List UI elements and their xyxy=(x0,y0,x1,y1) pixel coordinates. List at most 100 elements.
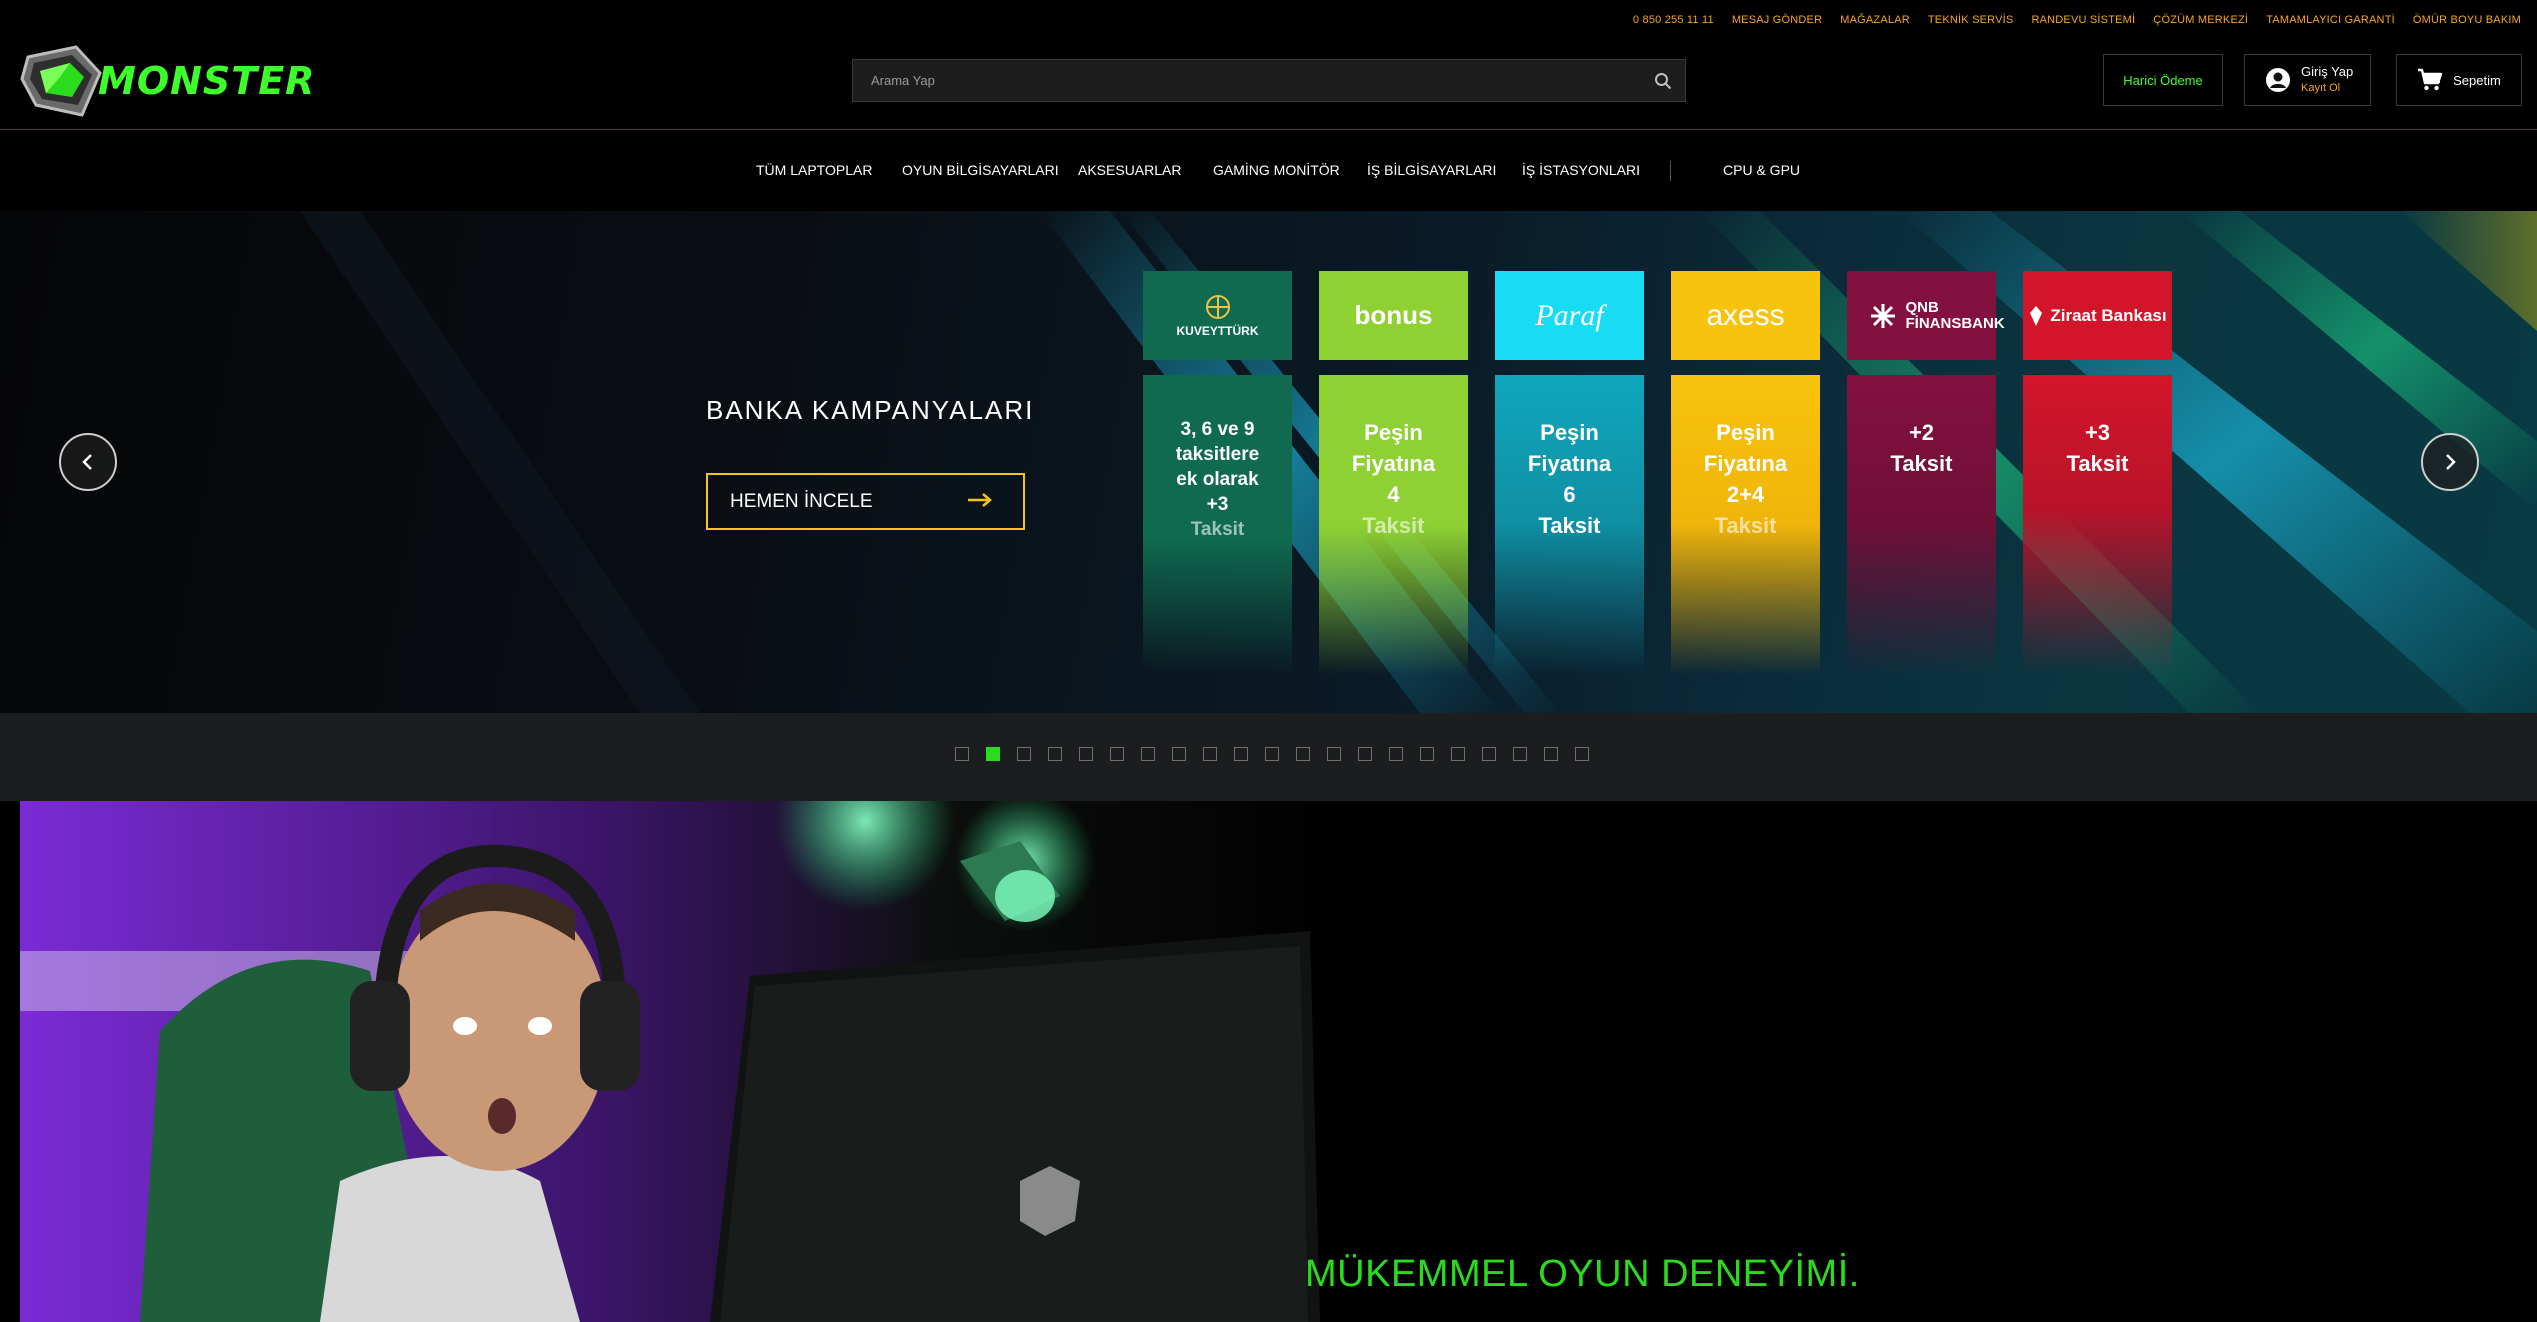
slider-dot[interactable] xyxy=(1544,747,1558,761)
technical-service-link[interactable]: TEKNİK SERVİS xyxy=(1928,14,2014,26)
slider-pagination-bar xyxy=(0,713,2537,801)
offer-line: Taksit xyxy=(2066,451,2129,476)
gamer-photo xyxy=(20,801,1340,1322)
bank-card-bonus[interactable]: bonus Peşin Fiyatına 4 Taksit xyxy=(1319,271,1468,675)
send-message-link[interactable]: MESAJ GÖNDER xyxy=(1732,14,1822,26)
offer-line: taksitlere xyxy=(1175,444,1260,465)
bonus-logo: bonus xyxy=(1319,271,1468,360)
offer-line: Taksit xyxy=(1538,513,1601,538)
bank-logo-text: axess xyxy=(1706,298,1785,332)
offer-line: 4 xyxy=(1387,482,1400,507)
hero-banner: BANKA KAMPANYALARI HEMEN İNCELE KUVEYTTÜ… xyxy=(0,211,2537,713)
bank-offer: Peşin Fiyatına 2+4 Taksit xyxy=(1671,375,1820,675)
slider-prev-button[interactable] xyxy=(59,433,117,491)
kuveytturk-logo: KUVEYTTÜRK xyxy=(1143,271,1292,360)
bank-card-paraf[interactable]: Paraf Peşin Fiyatına 6 Taksit xyxy=(1495,271,1644,675)
offer-line: +3 xyxy=(1206,494,1229,515)
slider-dot[interactable] xyxy=(1017,747,1031,761)
appointment-system-link[interactable]: RANDEVU SİSTEMİ xyxy=(2031,14,2135,26)
cart-label: Sepetim xyxy=(2453,72,2501,88)
chevron-left-icon xyxy=(82,454,92,470)
slider-dot[interactable] xyxy=(1420,747,1434,761)
hero-cta-label: HEMEN İNCELE xyxy=(730,490,873,512)
site-header: MONSTER Harici Ödeme Giriş Yap Kayıt Ol xyxy=(0,40,2537,130)
search-button[interactable] xyxy=(1641,59,1685,102)
lifetime-maintenance-link[interactable]: ÖMÜR BOYU BAKIM xyxy=(2413,14,2521,26)
main-nav: TÜM LAPTOPLAR OYUN BİLGİSAYARLARI AKSESU… xyxy=(0,131,2537,211)
bank-offer: +3 Taksit xyxy=(2023,375,2172,675)
slider-dot[interactable] xyxy=(1141,747,1155,761)
solution-center-link[interactable]: ÇÖZÜM MERKEZİ xyxy=(2153,14,2248,26)
nav-separator xyxy=(1670,161,1671,181)
offer-line: 3, 6 ve 9 xyxy=(1180,419,1255,440)
stores-link[interactable]: MAĞAZALAR xyxy=(1840,14,1910,26)
bank-logo-text: QNB FİNANSBANK xyxy=(1905,298,2005,332)
slider-dot[interactable] xyxy=(955,747,969,761)
top-links: 0 850 255 11 11 MESAJ GÖNDER MAĞAZALAR T… xyxy=(1633,14,2521,26)
slider-dot[interactable] xyxy=(1079,747,1093,761)
cart-icon xyxy=(2418,68,2443,91)
promo-title: MÜKEMMEL OYUN DENEYİMİ. xyxy=(1305,1253,1860,1295)
offer-line: 2+4 xyxy=(1726,482,1765,507)
slider-dot[interactable] xyxy=(1513,747,1527,761)
slider-dot[interactable] xyxy=(1482,747,1496,761)
qnb-emblem-icon xyxy=(1870,303,1895,328)
paraf-logo: Paraf xyxy=(1495,271,1644,360)
phone-link[interactable]: 0 850 255 11 11 xyxy=(1633,14,1714,26)
slider-dot[interactable] xyxy=(1265,747,1279,761)
bank-card-ziraat[interactable]: Ziraat Bankası +3 Taksit xyxy=(2023,271,2172,675)
bank-card-axess[interactable]: axess Peşin Fiyatına 2+4 Taksit xyxy=(1671,271,1820,675)
bank-logo-text: Paraf xyxy=(1535,298,1604,332)
offer-line: Taksit xyxy=(1890,451,1953,476)
bank-logo-text: KUVEYTTÜRK xyxy=(1176,323,1259,338)
slider-dot[interactable] xyxy=(1203,747,1217,761)
slider-dot[interactable] xyxy=(1172,747,1186,761)
top-utility-bar: 0 850 255 11 11 MESAJ GÖNDER MAĞAZALAR T… xyxy=(0,0,2537,44)
login-button[interactable]: Giriş Yap Kayıt Ol xyxy=(2244,54,2371,106)
nav-item-workstations[interactable]: İŞ İSTASYONLARI xyxy=(1522,162,1640,178)
offer-line: Taksit xyxy=(1362,513,1425,538)
slider-dot[interactable] xyxy=(986,747,1000,761)
register-link[interactable]: Kayıt Ol xyxy=(2301,80,2353,96)
ziraat-emblem-icon xyxy=(2030,305,2043,326)
offer-line: ek olarak xyxy=(1176,469,1259,490)
offer-line: Peşin xyxy=(1540,420,1599,445)
offer-line: +3 xyxy=(2084,420,2111,445)
monster-logo[interactable]: MONSTER xyxy=(20,42,314,120)
complementary-warranty-link[interactable]: TAMAMLAYICI GARANTİ xyxy=(2266,14,2395,26)
chevron-right-icon xyxy=(2446,454,2456,470)
offer-line: +2 xyxy=(1908,420,1935,445)
hero-cta-button[interactable]: HEMEN İNCELE xyxy=(706,473,1025,530)
slider-dot[interactable] xyxy=(1048,747,1062,761)
nav-item-gaming-pcs[interactable]: OYUN BİLGİSAYARLARI xyxy=(902,162,1059,178)
offer-line: Fiyatına xyxy=(1703,451,1788,476)
nav-item-cpu-gpu[interactable]: CPU & GPU xyxy=(1723,162,1800,178)
offer-line: Peşin xyxy=(1364,420,1423,445)
slider-dot[interactable] xyxy=(1451,747,1465,761)
cart-button[interactable]: Sepetim xyxy=(2396,54,2522,106)
search-icon xyxy=(1655,72,1672,89)
ziraat-logo: Ziraat Bankası xyxy=(2023,271,2172,360)
slider-dot[interactable] xyxy=(1389,747,1403,761)
slider-dot[interactable] xyxy=(1234,747,1248,761)
nav-item-accessories[interactable]: AKSESUARLAR xyxy=(1078,162,1181,178)
nav-item-all-laptops[interactable]: TÜM LAPTOPLAR xyxy=(756,162,872,178)
bank-card-kuveytturk[interactable]: KUVEYTTÜRK 3, 6 ve 9 taksitlere ek olara… xyxy=(1143,271,1292,675)
external-payment-button[interactable]: Harici Ödeme xyxy=(2103,54,2223,106)
nav-item-business-computers[interactable]: İŞ BİLGİSAYARLARI xyxy=(1367,162,1496,178)
slider-dot[interactable] xyxy=(1296,747,1310,761)
search-bar xyxy=(852,59,1686,102)
slider-dot[interactable] xyxy=(1575,747,1589,761)
nav-item-gaming-monitor[interactable]: GAMİNG MONİTÖR xyxy=(1213,162,1340,178)
search-input[interactable] xyxy=(853,60,1641,101)
offer-line: Fiyatına xyxy=(1527,451,1612,476)
slider-dot[interactable] xyxy=(1358,747,1372,761)
hero-title: BANKA KAMPANYALARI xyxy=(706,395,1035,425)
slider-dot[interactable] xyxy=(1110,747,1124,761)
bank-offer: 3, 6 ve 9 taksitlere ek olarak +3 Taksit xyxy=(1143,375,1292,675)
bank-card-qnb[interactable]: QNB FİNANSBANK +2 Taksit xyxy=(1847,271,2005,675)
bank-offer: Peşin Fiyatına 4 Taksit xyxy=(1319,375,1468,675)
slider-dots xyxy=(955,747,1589,761)
slider-next-button[interactable] xyxy=(2421,433,2479,491)
slider-dot[interactable] xyxy=(1327,747,1341,761)
